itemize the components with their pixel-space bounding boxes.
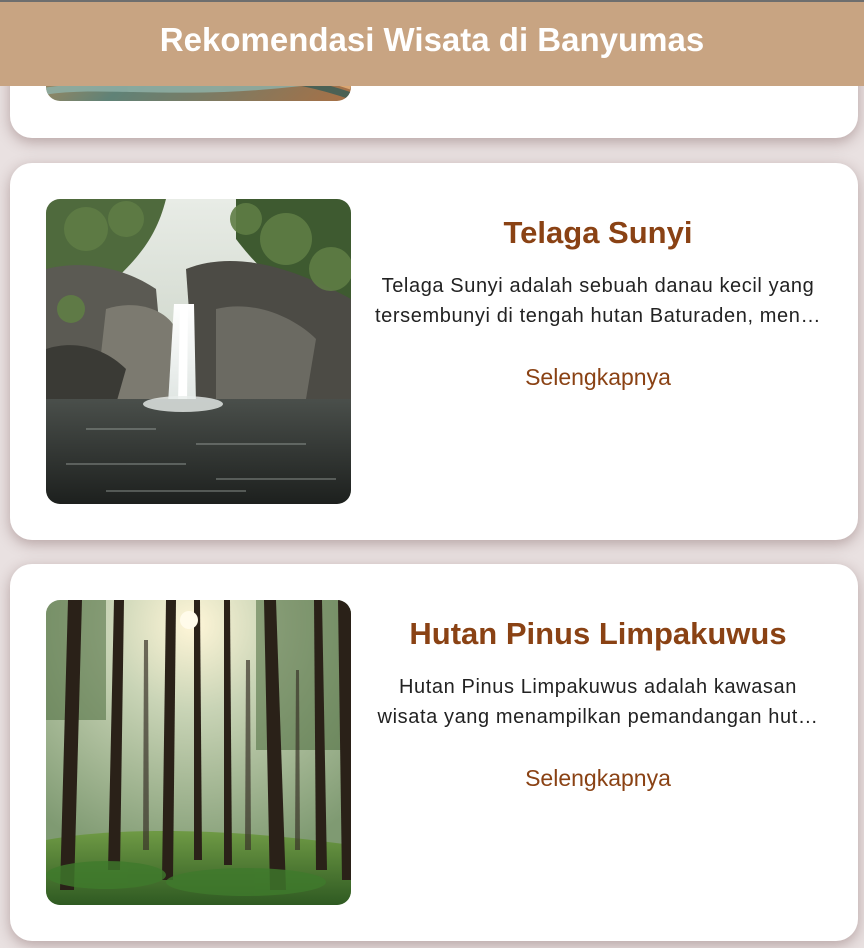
destination-description: Telaga Sunyi adalah sebuah danau kecil y… xyxy=(375,271,821,331)
destination-image xyxy=(46,600,351,905)
description-line: tersembunyi di tengah hutan Baturaden, m… xyxy=(375,305,821,327)
read-more-link[interactable]: Selengkapnya xyxy=(525,762,671,794)
description-line: Telaga Sunyi adalah sebuah danau kecil y… xyxy=(381,275,815,297)
description-line: wisata yang menampilkan pemandangan hut… xyxy=(377,706,819,728)
destination-description: Hutan Pinus Limpakuwus adalah kawasan wi… xyxy=(375,672,821,732)
destination-card[interactable]: Hutan Pinus Limpakuwus Hutan Pinus Limpa… xyxy=(10,564,858,941)
destination-info: Hutan Pinus Limpakuwus Hutan Pinus Limpa… xyxy=(375,600,821,794)
destination-title: Telaga Sunyi xyxy=(503,215,693,250)
app-screen: Telaga Sunyi Telaga Sunyi adalah sebuah … xyxy=(0,0,864,948)
destination-title: Hutan Pinus Limpakuwus xyxy=(409,616,787,651)
destination-list[interactable]: Telaga Sunyi Telaga Sunyi adalah sebuah … xyxy=(0,0,864,948)
description-line: Hutan Pinus Limpakuwus adalah kawasan xyxy=(399,676,797,698)
read-more-link[interactable]: Selengkapnya xyxy=(525,361,671,393)
app-bar-title: Rekomendasi Wisata di Banyumas xyxy=(159,21,705,58)
destination-image xyxy=(46,199,351,504)
destination-card[interactable]: Telaga Sunyi Telaga Sunyi adalah sebuah … xyxy=(10,163,858,540)
destination-info: Telaga Sunyi Telaga Sunyi adalah sebuah … xyxy=(375,199,821,393)
app-bar: Rekomendasi Wisata di Banyumas xyxy=(0,0,864,86)
